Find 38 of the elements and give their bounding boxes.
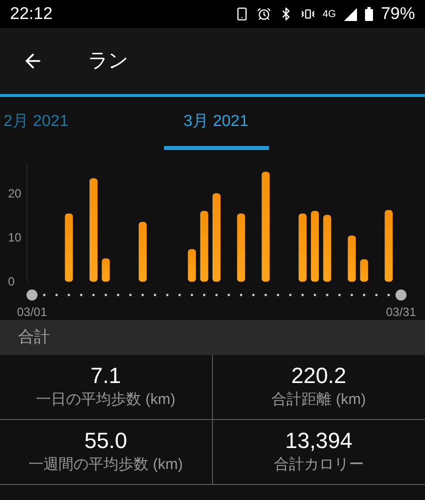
x-axis-label: 03/31 [386, 305, 416, 319]
network-label: 4G [322, 8, 336, 22]
screen-title: ラン [88, 49, 128, 74]
signal-icon [344, 8, 357, 20]
phone-icon [234, 7, 249, 21]
bar [102, 258, 110, 282]
bar [323, 214, 332, 282]
bar [298, 214, 307, 282]
vibrate-icon [300, 7, 315, 21]
range-handle[interactable] [26, 290, 38, 300]
bar [348, 236, 356, 282]
stat-value: 7.1 [90, 362, 122, 389]
status-time: 22:12 [10, 3, 53, 26]
bar [188, 249, 196, 282]
y-axis-label: 10 [8, 230, 22, 245]
stat-value: 13,394 [285, 428, 352, 454]
month-tab[interactable]: 3月 2021 [126, 97, 306, 150]
stat-value: 55.0 [84, 428, 128, 454]
month-tab[interactable]: 2月 2021 [0, 97, 126, 150]
bar [360, 259, 368, 282]
y-axis-label: 0 [8, 274, 15, 289]
battery-icon [364, 7, 373, 21]
section-title: 合計 [18, 328, 50, 348]
stat-label: 一週間の平均歩数 (km) [28, 454, 183, 475]
stat-label: 合計カロリー [274, 454, 364, 475]
range-handle[interactable] [396, 290, 406, 300]
stat-value: 220.2 [291, 362, 346, 389]
bar [310, 210, 319, 282]
x-axis-label: 03/01 [16, 305, 48, 319]
alarm-icon [256, 7, 271, 21]
bar [138, 222, 147, 282]
bar [237, 214, 246, 282]
y-axis-label: 20 [8, 186, 22, 201]
bar [200, 210, 208, 282]
stat-label: 一日の平均歩数 (km) [36, 390, 176, 410]
battery-percent: 79% [380, 3, 415, 26]
stat-label: 合計距離 (km) [272, 390, 366, 410]
bar [64, 214, 73, 282]
